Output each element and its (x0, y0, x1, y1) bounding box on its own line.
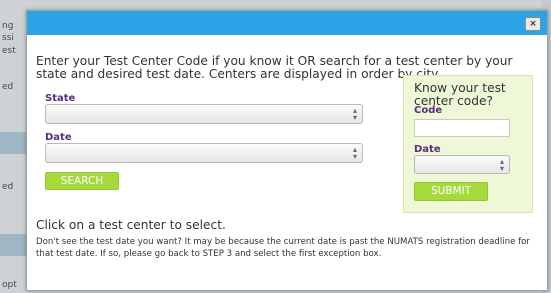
background-text: ed (2, 82, 14, 92)
state-label: State (45, 93, 76, 104)
background-text: ssi (2, 33, 14, 43)
date-select[interactable]: ▴ ▾ (45, 143, 363, 163)
code-date-label: Date (414, 144, 441, 155)
select-arrows-icon: ▴ ▾ (352, 106, 357, 122)
close-icon[interactable]: × (525, 17, 541, 31)
background-text: est (2, 46, 16, 56)
dialog-title-bar: × (27, 11, 547, 35)
date-label: Date (45, 132, 72, 143)
code-input[interactable] (414, 119, 510, 137)
select-arrows-icon: ▴ ▾ (499, 157, 504, 173)
background-text: ng (2, 21, 14, 31)
code-label: Code (414, 105, 443, 116)
click-instruction: Click on a test center to select. (36, 218, 226, 232)
background-text: opt (2, 280, 17, 290)
submit-button[interactable]: SUBMIT (414, 182, 488, 201)
deadline-note: Don't see the test date you want? It may… (36, 237, 530, 259)
select-arrows-icon: ▴ ▾ (352, 145, 357, 161)
search-button[interactable]: SEARCH (45, 172, 119, 190)
background-text: ed (2, 182, 14, 192)
test-center-dialog: × Enter your Test Center Code if you kno… (26, 10, 548, 291)
code-date-select[interactable]: ▴ ▾ (414, 155, 510, 174)
code-lookup-panel: Know your test center code? Code Date ▴ ▾… (403, 75, 533, 213)
state-select[interactable]: ▴ ▾ (45, 104, 363, 124)
